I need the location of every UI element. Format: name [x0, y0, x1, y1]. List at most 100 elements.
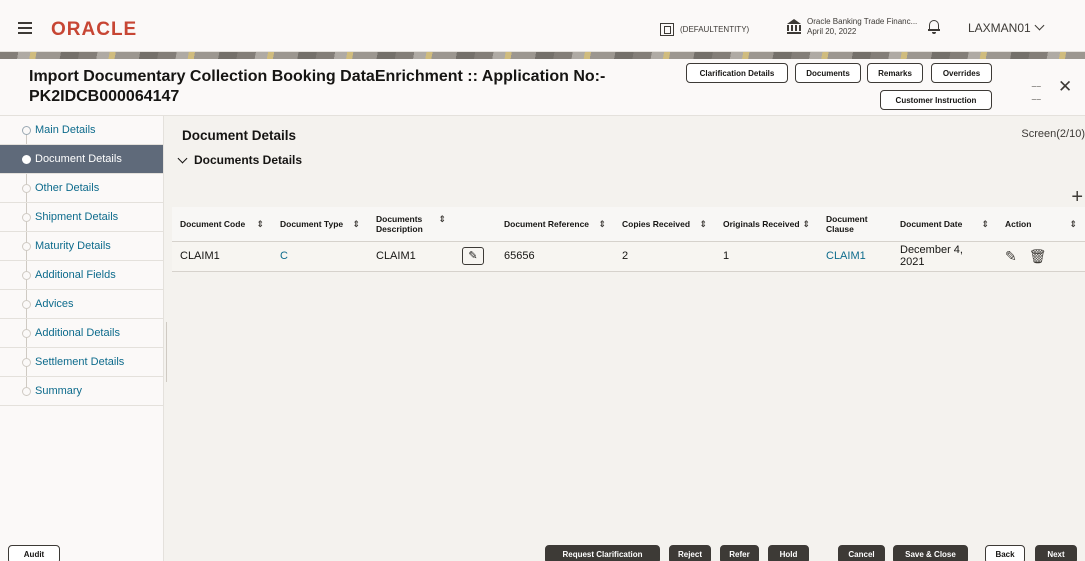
sort-icon[interactable]: ⇕ [699, 219, 707, 229]
sidebar-nav: Main Details Document Details Other Deta… [0, 116, 164, 561]
cancel-button[interactable]: Cancel [838, 545, 885, 561]
back-button[interactable]: Back [985, 545, 1025, 561]
sidebar-item-additional-fields[interactable]: Additional Fields [0, 261, 163, 290]
column-header-document-clause[interactable]: Document Clause [818, 207, 892, 242]
column-header-document-date[interactable]: ⇕ Document Date [892, 207, 997, 242]
save-close-button[interactable]: Save & Close [893, 545, 968, 561]
sidebar-item-label: Additional Details [35, 327, 120, 339]
remarks-button[interactable]: Remarks [867, 63, 923, 83]
sidebar-item-label: Additional Fields [35, 269, 116, 281]
sidebar-item-advices[interactable]: Advices [0, 290, 163, 319]
branch-info[interactable]: Oracle Banking Trade Financ... April 20,… [807, 17, 917, 37]
edit-pencil-icon[interactable]: ✎ [1005, 248, 1017, 264]
column-header-documents-description[interactable]: ⇕ Documents Description [368, 207, 454, 242]
table-header-row: ⇕ Document Code ⇕ Document Type ⇕ Documents… [172, 207, 1085, 242]
user-name: LAXMAN01 [968, 21, 1031, 35]
sort-icon[interactable]: ⇕ [598, 219, 606, 229]
sort-icon[interactable]: ⇕ [802, 219, 810, 229]
clarification-details-button[interactable]: Clarification Details [686, 63, 788, 83]
cell-action: ✎ 🗑 [997, 241, 1085, 272]
step-icon [22, 358, 31, 367]
chevron-down-icon [1034, 20, 1045, 31]
sort-icon[interactable]: ⇕ [438, 214, 446, 224]
entity-selector[interactable]: (DEFAULTENTITY) [660, 23, 749, 36]
cell-copies-received: 2 [614, 241, 715, 272]
audit-button[interactable]: Audit [8, 545, 60, 561]
documents-details-toggle[interactable]: Documents Details [176, 153, 302, 167]
sidebar-item-label: Maturity Details [35, 240, 111, 252]
column-header-document-type[interactable]: ⇕ Document Type [272, 207, 368, 242]
sort-icon[interactable]: ⇕ [981, 219, 989, 229]
delete-trash-icon[interactable]: 🗑 [1029, 248, 1047, 264]
step-icon [22, 213, 31, 222]
collapse-icon[interactable]: ⁻⁻ ⁻⁻ [1031, 82, 1042, 108]
request-clarification-button[interactable]: Request Clarification [545, 545, 660, 561]
sidebar-item-document-details[interactable]: Document Details [0, 145, 163, 174]
sort-icon[interactable]: ⇕ [1069, 219, 1077, 229]
table-row[interactable]: CLAIM1 C CLAIM1 ✎ 65656 2 1 CLAIM1 Decem… [172, 241, 1085, 272]
refer-button[interactable]: Refer [720, 545, 759, 561]
cell-document-type-link[interactable]: C [272, 241, 368, 272]
cell-document-code: CLAIM1 [172, 241, 272, 272]
chevron-down-icon [177, 153, 188, 163]
sidebar-item-label: Advices [35, 298, 74, 310]
column-header-action[interactable]: ⇕ Action [997, 207, 1085, 242]
cell-edit: ✎ [454, 241, 496, 272]
cell-document-clause-link[interactable]: CLAIM1 [818, 241, 892, 272]
page-title-line1: Import Documentary Collection Booking Da… [29, 68, 606, 85]
overrides-button[interactable]: Overrides [931, 63, 992, 83]
sidebar-item-shipment-details[interactable]: Shipment Details [0, 203, 163, 232]
reject-button[interactable]: Reject [669, 545, 711, 561]
top-bar: ORACLE (DEFAULTENTITY) Oracle Banking Tr… [0, 0, 1085, 52]
sidebar-item-main-details[interactable]: Main Details [0, 116, 163, 145]
cell-documents-description: CLAIM1 [368, 241, 454, 272]
cell-document-reference: 65656 [496, 241, 614, 272]
next-button[interactable]: Next [1035, 545, 1077, 561]
notification-bell-icon[interactable] [928, 20, 940, 34]
sidebar-item-settlement-details[interactable]: Settlement Details [0, 348, 163, 377]
column-header-document-reference[interactable]: ⇕ Document Reference [496, 207, 614, 242]
application-number: PK2IDCB000064147 [29, 88, 180, 105]
customer-instruction-button[interactable]: Customer Instruction [880, 90, 992, 110]
subsection-title: Documents Details [194, 153, 303, 167]
step-icon [22, 242, 31, 251]
main-content: Document Details Screen(2/10) Documents … [166, 116, 1085, 536]
page-title: Import Documentary Collection Booking Da… [29, 67, 689, 107]
sidebar-item-label: Settlement Details [35, 356, 125, 368]
step-icon [22, 184, 31, 193]
sidebar-item-label: Other Details [35, 182, 100, 194]
cell-document-date: December 4, 2021 [892, 241, 997, 272]
hold-button[interactable]: Hold [768, 545, 809, 561]
documents-button[interactable]: Documents [795, 63, 861, 83]
sidebar-item-label: Document Details [35, 153, 122, 165]
branch-name: Oracle Banking Trade Financ... [807, 17, 918, 26]
step-icon [22, 271, 31, 280]
bank-icon [787, 19, 801, 34]
sidebar-item-maturity-details[interactable]: Maturity Details [0, 232, 163, 261]
entity-label: (DEFAULTENTITY) [680, 25, 750, 34]
column-header-originals-received[interactable]: ⇕ Originals Received [715, 207, 818, 242]
sidebar-item-label: Shipment Details [35, 211, 119, 223]
column-header-document-code[interactable]: ⇕ Document Code [172, 207, 272, 242]
add-row-plus-icon[interactable]: + [1071, 186, 1083, 209]
sidebar-item-additional-details[interactable]: Additional Details [0, 319, 163, 348]
sidebar-item-other-details[interactable]: Other Details [0, 174, 163, 203]
sort-icon[interactable]: ⇕ [352, 219, 360, 229]
step-active-icon [22, 155, 31, 164]
branch-date: April 20, 2022 [807, 27, 857, 36]
sort-icon[interactable]: ⇕ [256, 219, 264, 229]
sidebar-item-summary[interactable]: Summary [0, 377, 163, 406]
step-icon [22, 300, 31, 309]
cell-originals-received: 1 [715, 241, 818, 272]
edit-description-icon[interactable]: ✎ [462, 247, 484, 265]
page-header: Import Documentary Collection Booking Da… [0, 59, 1085, 116]
close-icon[interactable]: ✕ [1058, 77, 1072, 97]
column-header-copies-received[interactable]: ⇕ Copies Received [614, 207, 715, 242]
sidebar-item-label: Main Details [35, 124, 96, 136]
step-icon [22, 387, 31, 396]
sidebar-item-label: Summary [35, 385, 83, 397]
oracle-logo: ORACLE [51, 19, 138, 40]
hamburger-menu-icon[interactable] [18, 22, 32, 34]
entity-icon [660, 23, 674, 36]
user-menu[interactable]: LAXMAN01 [968, 20, 1045, 35]
